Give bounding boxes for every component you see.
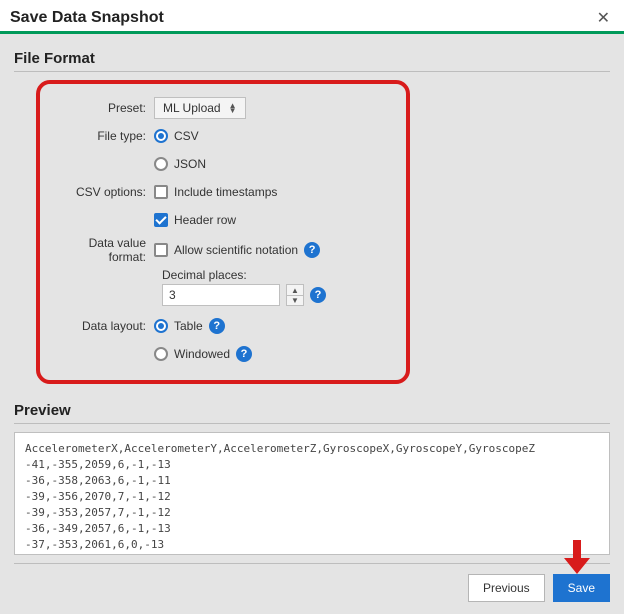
help-icon[interactable]: ? xyxy=(310,287,326,303)
dialog-title: Save Data Snapshot xyxy=(10,9,593,27)
dialog: Save Data Snapshot ✕ File Format Preset:… xyxy=(0,0,624,614)
preset-value: ML Upload xyxy=(163,101,221,115)
save-button[interactable]: Save xyxy=(553,574,610,602)
titlebar: Save Data Snapshot ✕ xyxy=(0,0,624,34)
header-row-checkbox[interactable] xyxy=(154,213,168,227)
dialog-body: File Format Preset: ML Upload ▲▼ File ty… xyxy=(0,34,624,614)
divider xyxy=(14,563,610,564)
help-icon[interactable]: ? xyxy=(304,242,320,258)
chevron-updown-icon: ▲▼ xyxy=(229,103,237,113)
layout-windowed-radio[interactable] xyxy=(154,347,168,361)
divider xyxy=(14,423,610,424)
highlight-annotation: Preset: ML Upload ▲▼ File type: CSV xyxy=(36,80,410,384)
close-icon[interactable]: ✕ xyxy=(593,8,614,28)
filetype-label: File type: xyxy=(54,129,154,143)
data-layout-label: Data layout: xyxy=(54,319,154,333)
chevron-down-icon[interactable]: ▼ xyxy=(287,295,303,305)
help-icon[interactable]: ? xyxy=(236,346,252,362)
include-timestamps-checkbox[interactable] xyxy=(154,185,168,199)
allow-scientific-checkbox[interactable] xyxy=(154,243,168,257)
allow-scientific-label: Allow scientific notation xyxy=(174,243,298,257)
file-format-heading: File Format xyxy=(14,50,610,67)
filetype-json-radio[interactable] xyxy=(154,157,168,171)
decimal-stepper[interactable]: ▲ ▼ xyxy=(286,284,304,306)
header-row-label: Header row xyxy=(174,213,236,227)
layout-windowed-label: Windowed xyxy=(174,347,230,361)
data-value-format-label: Data value format: xyxy=(54,236,154,264)
decimal-places-label: Decimal places: xyxy=(162,268,392,282)
layout-table-label: Table xyxy=(174,319,203,333)
chevron-up-icon[interactable]: ▲ xyxy=(287,285,303,295)
preset-select[interactable]: ML Upload ▲▼ xyxy=(154,97,246,119)
preset-label: Preset: xyxy=(54,101,154,115)
preview-textbox[interactable]: AccelerometerX,AccelerometerY,Accelerome… xyxy=(14,432,610,555)
layout-table-radio[interactable] xyxy=(154,319,168,333)
help-icon[interactable]: ? xyxy=(209,318,225,334)
decimal-places-input[interactable]: 3 xyxy=(162,284,280,306)
csv-options-label: CSV options: xyxy=(54,185,154,199)
preview-heading: Preview xyxy=(14,402,610,419)
previous-button[interactable]: Previous xyxy=(468,574,545,602)
divider xyxy=(14,71,610,72)
include-timestamps-label: Include timestamps xyxy=(174,185,277,199)
filetype-json-label: JSON xyxy=(174,157,206,171)
filetype-csv-radio[interactable] xyxy=(154,129,168,143)
footer: Previous Save xyxy=(14,574,610,614)
filetype-csv-label: CSV xyxy=(174,129,199,143)
